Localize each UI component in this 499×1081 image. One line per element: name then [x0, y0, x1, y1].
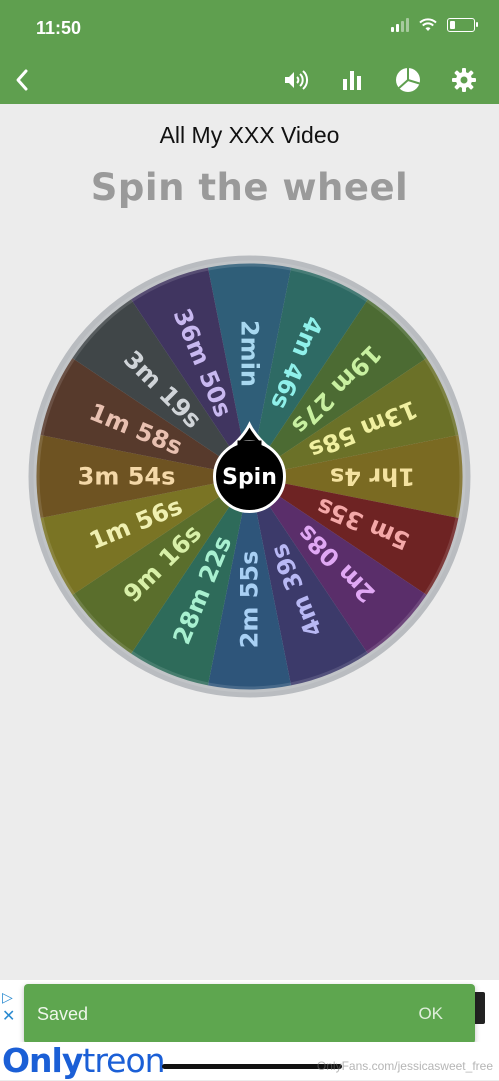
- wheel-title: All My XXX Video: [159, 122, 340, 148]
- back-button[interactable]: [4, 62, 40, 98]
- ad-choices-icon[interactable]: ▷: [2, 990, 20, 1006]
- page-heading: Spin the wheel: [90, 166, 409, 209]
- wifi-icon: [419, 18, 437, 31]
- wheel-pointer-joint: [237, 440, 262, 449]
- sound-button[interactable]: [279, 63, 313, 97]
- signal-icon: [391, 18, 409, 32]
- status-time: 11:50: [36, 18, 82, 38]
- wheel-segment-label: 2m 55s: [236, 551, 264, 649]
- wheel-segment-label: 2min: [236, 320, 264, 387]
- snackbar-message: Saved: [37, 1004, 89, 1024]
- gear-icon: [452, 68, 476, 92]
- chevron-left-icon: [16, 69, 28, 91]
- watermark-url: OnlyFans.com/jessicasweet_free: [316, 1059, 493, 1073]
- wheel-graphic[interactable]: 2min 4m 46s19m 27s13m 58s1hr 4s5m 35s2m 0…: [27, 254, 472, 699]
- status-bar: 11:50: [0, 0, 499, 56]
- volume-icon: [285, 70, 309, 90]
- ad-close-icon[interactable]: ✕: [2, 1006, 20, 1026]
- spin-wheel[interactable]: 2min 4m 46s 19m 27s 13m 58s 1hr 4s 5m 35s 2m 0…: [27, 254, 472, 699]
- wheel-screen: All My XXX Video Spin the wheel 2min 4m 4…: [0, 104, 499, 980]
- status-icons: [391, 18, 478, 32]
- wheel-segment-label: 1hr 4s: [330, 463, 415, 491]
- stats-button[interactable]: [335, 63, 369, 97]
- stats-icon: [343, 71, 361, 90]
- spin-button-label[interactable]: Spin: [222, 465, 277, 490]
- wheel-segment-label: 3m 54s: [78, 463, 176, 491]
- battery-icon: [447, 18, 478, 32]
- snackbar-ok-button[interactable]: OK: [418, 1004, 443, 1024]
- home-indicator: [162, 1064, 342, 1069]
- app-toolbar: [0, 56, 499, 104]
- wheel-style-button[interactable]: [391, 63, 425, 97]
- pie-chart-icon: [396, 68, 420, 92]
- settings-button[interactable]: [447, 63, 481, 97]
- watermark-logo: Onlytreon: [2, 1041, 166, 1080]
- snackbar: Saved OK: [24, 984, 475, 1044]
